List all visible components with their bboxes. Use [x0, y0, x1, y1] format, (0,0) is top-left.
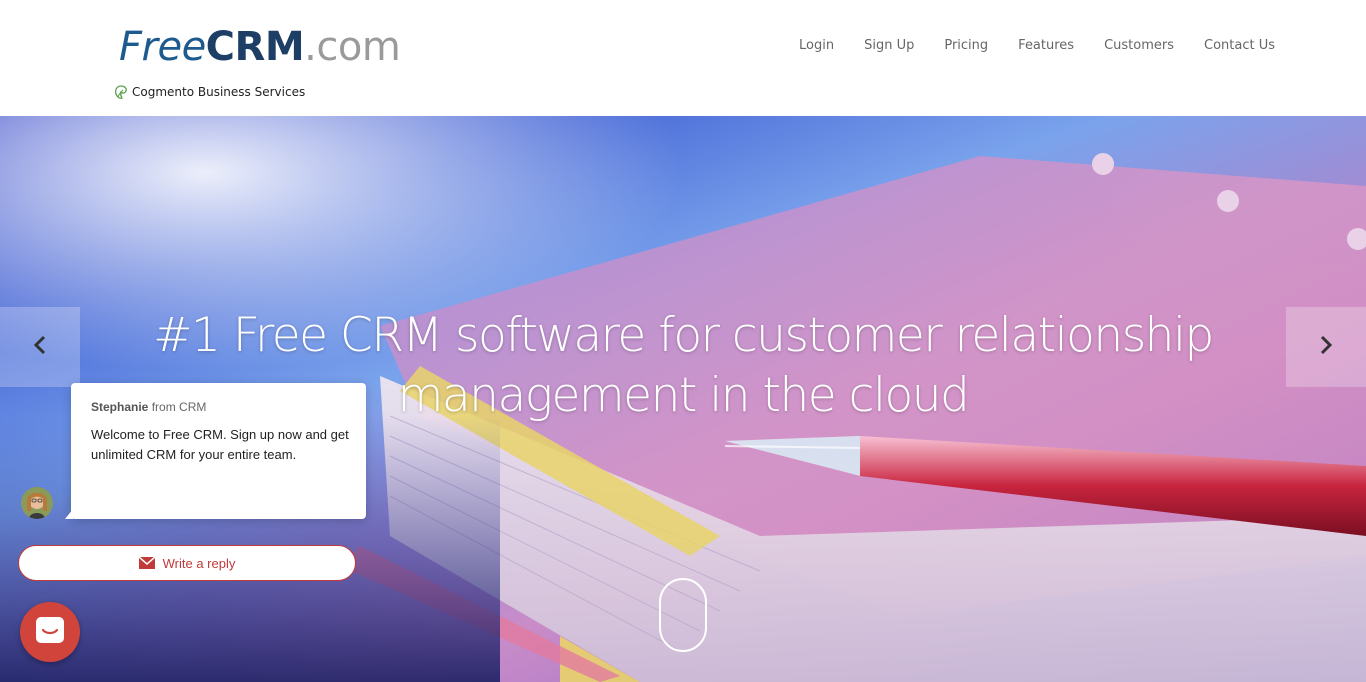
top-nav: Login Sign Up Pricing Features Customers…	[784, 36, 1290, 56]
nav-login[interactable]: Login	[784, 36, 849, 56]
chevron-left-icon	[33, 335, 47, 360]
logo-free: Free	[119, 24, 206, 70]
nav-contact-us[interactable]: Contact Us	[1189, 36, 1290, 56]
cogmento-leaf-icon	[114, 84, 128, 100]
carousel-next-button[interactable]	[1286, 307, 1366, 387]
write-reply-label: Write a reply	[162, 555, 236, 571]
chat-icon	[35, 616, 65, 649]
logo-crm: CRM	[205, 24, 305, 70]
carousel-prev-button[interactable]	[0, 307, 80, 387]
site-header: FreeCRM.com Cogmento Business Services L…	[0, 0, 1366, 116]
chevron-right-icon	[1319, 335, 1333, 360]
sublogo-text: Cogmento Business Services	[132, 85, 306, 99]
nav-features[interactable]: Features	[1003, 36, 1089, 56]
chat-agent-name: Stephanie	[91, 400, 149, 414]
chat-launcher-button[interactable]	[20, 602, 80, 662]
chat-sender: Stephanie from CRM	[91, 400, 206, 414]
logo[interactable]: FreeCRM.com	[119, 22, 401, 72]
nav-pricing[interactable]: Pricing	[929, 36, 1003, 56]
logo-dotcom: .com	[304, 24, 401, 70]
scroll-down-mouse-icon[interactable]	[659, 578, 707, 652]
chat-message-text: Welcome to Free CRM. Sign up now and get…	[91, 427, 349, 462]
envelope-icon	[138, 556, 156, 569]
chat-from-text: from CRM	[151, 400, 207, 414]
chat-message-bubble[interactable]: Stephanie from CRM Welcome to Free CRM. …	[65, 383, 366, 519]
nav-customers[interactable]: Customers	[1089, 36, 1189, 56]
sublogo: Cogmento Business Services	[114, 83, 305, 101]
chat-agent-avatar	[21, 487, 53, 519]
nav-signup[interactable]: Sign Up	[849, 36, 929, 56]
write-reply-button[interactable]: Write a reply	[18, 545, 356, 581]
